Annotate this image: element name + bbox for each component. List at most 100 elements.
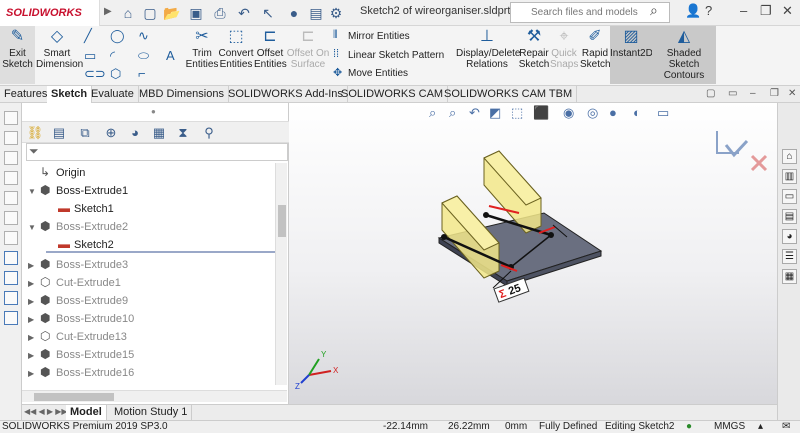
design-library-icon[interactable]: ▥ — [782, 169, 797, 184]
expand-icon[interactable]: ▶ — [28, 365, 40, 383]
tab-solidworks-add-ins[interactable]: SOLIDWORKS Add-Ins — [224, 86, 348, 103]
property-manager-tab-icon[interactable]: ▤ — [50, 124, 68, 142]
dimxpert-tab-icon[interactable]: ⊕ — [102, 124, 120, 142]
appearances-icon[interactable]: ◕ — [782, 229, 797, 244]
rebuild-icon[interactable]: ● — [284, 3, 304, 23]
forum-icon[interactable]: ▦ — [782, 269, 797, 284]
file-explorer-icon[interactable]: ▭ — [782, 189, 797, 204]
undo-icon[interactable]: ↶ — [234, 3, 254, 23]
graphics-area[interactable]: ⌕ ⌕ ↶ ◩ ⬚ ⬛ ◉ ◎ ● ◐ ▭ Σ 25 X Y Z — [289, 103, 777, 404]
tab-features[interactable]: Features — [0, 86, 53, 103]
tree-item-boss-extrude15[interactable]: ▶ ⬢ Boss-Extrude15 — [28, 345, 134, 363]
feature-manager-tab-icon[interactable]: ⛓ — [26, 124, 44, 142]
convert-entities-button[interactable]: ⬚ Convert Entities — [218, 26, 254, 84]
print-icon[interactable]: ⎙ — [210, 3, 230, 23]
tab-scroll-icon[interactable]: ◀◀ ◀ ▶ ▶▶ — [24, 407, 68, 416]
options-gear-icon[interactable]: ⚙ — [326, 3, 346, 23]
units-selector[interactable]: MMGS — [714, 421, 745, 433]
tree-item-sketch2[interactable]: ▬ Sketch2 — [46, 235, 275, 253]
caret-up-icon[interactable]: ▴ — [758, 421, 763, 433]
menu-expand-icon[interactable]: ▶ — [104, 6, 112, 17]
cam-feature-tree-tab-icon[interactable]: ▦ — [150, 124, 168, 142]
tab-model[interactable]: Model — [66, 405, 107, 421]
circle-icon[interactable]: ◯ — [110, 28, 125, 44]
display-manager-tab-icon[interactable]: ◕ — [126, 124, 144, 142]
solidworks-resources-icon[interactable]: ⌂ — [782, 149, 797, 164]
tree-item-boss-extrude1[interactable]: ▼ ⬢ Boss-Extrude1 — [28, 181, 128, 199]
tree-item-boss-extrude16[interactable]: ▶ ⬢ Boss-Extrude16 — [28, 363, 134, 381]
search-icon[interactable]: ⌕ — [650, 2, 658, 19]
sketch-relation-icon[interactable] — [4, 251, 18, 265]
shaded-sketch-contours-button[interactable]: ◭ Shaded Sketch Contours — [652, 26, 716, 84]
repair-sketch-button[interactable]: ⚒ Repair Sketch — [518, 26, 550, 84]
strip-tool-icon[interactable] — [4, 231, 18, 245]
model-canvas[interactable]: Σ 25 X Y Z — [289, 103, 777, 404]
save-icon[interactable]: ▣ — [186, 3, 206, 23]
arc-icon[interactable]: ◜ — [110, 48, 115, 64]
custom-properties-icon[interactable]: ☰ — [782, 249, 797, 264]
sketch-edit-icon[interactable] — [4, 271, 18, 285]
cam-tool-tree-tab-icon[interactable]: ⚲ — [200, 124, 218, 142]
mirror-entities-item[interactable]: Mirror Entities — [348, 31, 410, 42]
fillet-icon[interactable]: ⌐ — [138, 66, 146, 81]
scrollbar-thumb[interactable] — [278, 205, 286, 237]
strip-tool-icon[interactable] — [4, 191, 18, 205]
tab-solidworks-cam[interactable]: SOLIDWORKS CAM — [337, 86, 449, 103]
display-delete-relations-button[interactable]: ⊥ Display/Delete Relations — [456, 26, 520, 84]
spline-icon[interactable]: ∿ — [138, 28, 149, 44]
file-properties-icon[interactable]: ▤ — [306, 3, 326, 23]
close-icon[interactable]: ✕ — [782, 3, 793, 19]
strip-tool-icon[interactable] — [4, 171, 18, 185]
search-input[interactable]: Search files and models — [510, 2, 670, 23]
confirmation-corner[interactable] — [716, 131, 768, 172]
linear-sketch-pattern-item[interactable]: Linear Sketch Pattern — [348, 50, 444, 61]
ellipse-icon[interactable]: ⬭ — [138, 48, 149, 64]
user-icon[interactable]: 👤 — [685, 3, 701, 19]
tree-item-sketch1[interactable]: ▬ Sketch1 — [46, 199, 114, 217]
exit-sketch-button[interactable]: ✎ Exit Sketch — [0, 26, 35, 84]
cam-operation-tree-tab-icon[interactable]: ⧗ — [174, 124, 192, 142]
panel-collapse-icon[interactable]: ● — [151, 107, 156, 116]
tab-motion-study-1[interactable]: Motion Study 1 — [110, 405, 193, 421]
scrollbar-thumb[interactable] — [34, 393, 114, 401]
rebuild-status-icon[interactable]: ● — [686, 421, 692, 433]
trim-entities-button[interactable]: ✂ Trim Entities — [184, 26, 220, 84]
smart-dimension-button[interactable]: ◇ Smart Dimension — [36, 26, 83, 84]
strip-tool-icon[interactable] — [4, 211, 18, 225]
slot-icon[interactable]: ⊂⊃ — [84, 66, 106, 82]
tab-solidworks-cam-tbm[interactable]: SOLIDWORKS CAM TBM — [440, 86, 578, 103]
help-bubble-icon[interactable]: ✉ — [782, 421, 790, 433]
sketch-check-icon[interactable] — [4, 311, 18, 325]
tree-item-cut-extrude1[interactable]: ▶ ⬡ Cut-Extrude1 — [28, 273, 121, 291]
tree-item-boss-extrude10[interactable]: ▶ ⬢ Boss-Extrude10 — [28, 309, 134, 327]
collapse-icon[interactable]: ▢ — [706, 88, 715, 99]
rapid-sketch-button[interactable]: ✐ Rapid Sketch — [580, 26, 611, 84]
tree-item-boss-extrude3[interactable]: ▶ ⬢ Boss-Extrude3 — [28, 255, 128, 273]
help-icon[interactable]: ? — [705, 3, 712, 18]
line-icon[interactable]: ╱ — [84, 28, 92, 44]
configuration-manager-tab-icon[interactable]: ⧉ — [76, 124, 94, 142]
tree-item-origin[interactable]: ↳ Origin — [28, 163, 85, 181]
tree-item-boss-extrude9[interactable]: ▶ ⬢ Boss-Extrude9 — [28, 291, 128, 309]
tab-mbd-dimensions[interactable]: MBD Dimensions — [135, 86, 229, 103]
expand-icon[interactable]: ▼ — [28, 183, 40, 201]
rectangle-icon[interactable]: ▭ — [84, 48, 96, 64]
text-icon[interactable]: A — [166, 48, 175, 63]
window-min-icon[interactable]: – — [750, 88, 756, 99]
tab-evaluate[interactable]: Evaluate — [87, 86, 139, 103]
sketch-display-icon[interactable] — [4, 291, 18, 305]
tree-filter-input[interactable]: ⏷ — [26, 143, 288, 161]
strip-tool-icon[interactable] — [4, 111, 18, 125]
split-icon[interactable]: ▭ — [728, 88, 737, 99]
tab-sketch[interactable]: Sketch — [47, 86, 93, 103]
strip-tool-icon[interactable] — [4, 131, 18, 145]
app-logo[interactable]: SOLIDWORKS — [0, 0, 100, 26]
window-close-icon[interactable]: ✕ — [788, 88, 796, 99]
tree-vertical-scrollbar[interactable] — [275, 163, 287, 385]
home-icon[interactable]: ⌂ — [118, 3, 138, 23]
move-entities-item[interactable]: Move Entities — [348, 68, 408, 79]
open-icon[interactable]: 📂 — [162, 3, 182, 23]
new-document-icon[interactable]: ▢ — [140, 3, 160, 23]
tree-item-cut-extrude13[interactable]: ▶ ⬡ Cut-Extrude13 — [28, 327, 127, 345]
quick-snaps-button[interactable]: ⌖ Quick Snaps — [550, 26, 578, 84]
